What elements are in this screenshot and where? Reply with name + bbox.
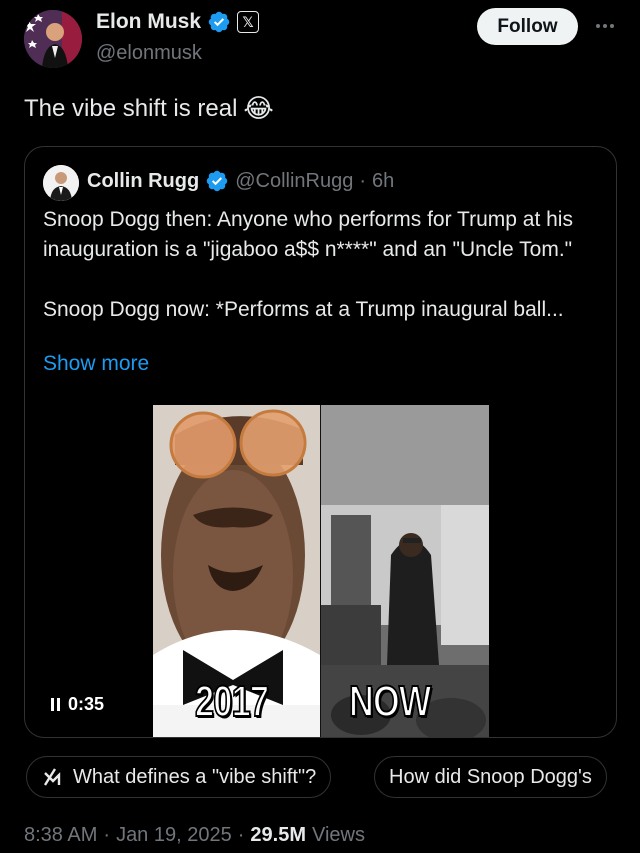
quoted-author-name[interactable]: Collin Rugg [87, 170, 199, 193]
quoted-timestamp[interactable]: 6h [372, 170, 394, 193]
verified-badge-icon [206, 170, 228, 192]
video-duration[interactable]: 0:35 [51, 694, 104, 715]
quoted-post[interactable]: Collin Rugg @CollinRugg · 6h Snoop Dogg … [24, 146, 617, 738]
meta-separator: · [103, 824, 111, 846]
grok-suggestions: What defines a "vibe shift"? How did Sno… [26, 756, 640, 798]
grok-chip[interactable]: What defines a "vibe shift"? [26, 756, 332, 798]
post-text: The vibe shift is real 😂 [24, 93, 274, 124]
quoted-text-line1: Snoop Dogg then: Anyone who performs for… [43, 208, 573, 261]
show-more-link[interactable]: Show more [43, 352, 149, 376]
author-name[interactable]: Elon Musk [96, 10, 201, 34]
post-header: Elon Musk 𝕏 @elonmusk Follow [0, 0, 640, 80]
pause-icon[interactable] [51, 698, 60, 711]
verified-badge-icon [208, 11, 230, 33]
grok-icon [43, 768, 61, 786]
post-time[interactable]: 8:38 AM [24, 824, 97, 847]
grok-chip-label: How did Snoop Dogg's [389, 765, 592, 788]
laughing-emoji: 😂 [243, 93, 274, 123]
views-count: 29.5M [250, 824, 306, 846]
more-horizontal-icon[interactable] [590, 14, 620, 38]
meta-separator: · [237, 824, 245, 846]
grok-chip[interactable]: How did Snoop Dogg's [374, 756, 607, 798]
video-duration-text: 0:35 [68, 694, 105, 714]
post-date[interactable]: Jan 19, 2025 [116, 824, 232, 847]
author-avatar[interactable] [24, 10, 82, 68]
grok-chip-label: What defines a "vibe shift"? [73, 765, 317, 788]
video-caption-right: NOW [348, 676, 432, 727]
post-meta: 8:38 AM · Jan 19, 2025 · 29.5M Views [24, 824, 365, 847]
post-body: The vibe shift is real [24, 94, 238, 122]
quoted-name-row: Collin Rugg @CollinRugg · 6h [87, 169, 394, 193]
quoted-text: Snoop Dogg then: Anyone who performs for… [43, 205, 603, 325]
quoted-text-line2: Snoop Dogg now: *Performs at a Trump ina… [43, 298, 564, 321]
quoted-author-avatar[interactable] [43, 165, 79, 201]
views-label: Views [311, 824, 365, 846]
video-caption-left: 2017 [194, 676, 270, 727]
x-affiliate-icon[interactable]: 𝕏 [237, 11, 260, 33]
quoted-author-handle[interactable]: @CollinRugg [235, 170, 353, 193]
author-name-row: Elon Musk 𝕏 [96, 10, 260, 34]
video-player[interactable]: 2017 NOW [153, 405, 489, 737]
meta-separator: · [359, 169, 367, 192]
author-handle[interactable]: @elonmusk [96, 42, 202, 65]
follow-button[interactable]: Follow [477, 8, 578, 45]
